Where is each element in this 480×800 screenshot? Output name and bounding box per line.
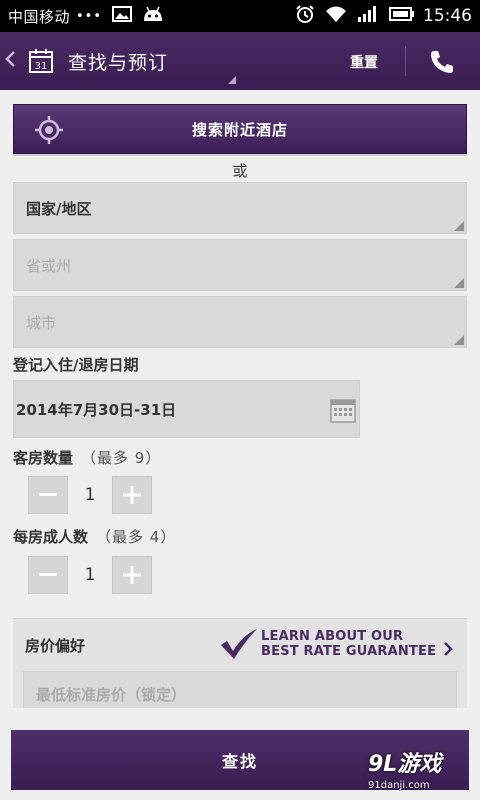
min-rate-placeholder: 最低标准房价（锁定） xyxy=(36,685,187,704)
adults-label: 每房成人数 （最多 4） xyxy=(13,526,176,547)
best-rate-guarantee-link[interactable]: LEARN ABOUT OUR BEST RATE GUARANTEE xyxy=(261,629,436,659)
adults-increment-button[interactable] xyxy=(112,556,152,594)
country-select[interactable]: 国家/地区 xyxy=(13,182,467,234)
date-range-value: 2014年7月30日-31日 xyxy=(16,400,177,419)
dropdown-corner-icon xyxy=(454,221,464,231)
province-placeholder: 省或州 xyxy=(26,256,72,275)
adults-decrement-button[interactable] xyxy=(28,556,68,594)
reset-button[interactable]: 重置 xyxy=(350,52,378,72)
or-separator: 或 xyxy=(232,162,248,180)
search-nearby-label: 搜索附近酒店 xyxy=(191,120,288,139)
learn-line-2: BEST RATE GUARANTEE xyxy=(261,644,437,659)
wifi-icon xyxy=(325,5,347,27)
rooms-stepper: 1 xyxy=(28,476,154,514)
adults-stepper: 1 xyxy=(28,556,154,594)
country-value: 国家/地区 xyxy=(26,199,92,218)
calendar-icon[interactable]: 31 xyxy=(28,48,54,74)
alarm-icon xyxy=(295,4,315,28)
rooms-value: 1 xyxy=(84,485,96,505)
android-icon xyxy=(142,6,164,26)
dropdown-corner-icon xyxy=(454,278,464,288)
action-bar: 31 查找与预订 重置 xyxy=(0,32,480,90)
carrier-name: 中国移动 xyxy=(8,7,71,26)
minus-icon xyxy=(39,573,57,576)
page-title: 查找与预订 xyxy=(68,51,169,74)
city-select[interactable]: 城市 xyxy=(13,296,467,348)
signal-icon xyxy=(357,5,379,27)
battery-icon xyxy=(389,6,415,26)
image-icon xyxy=(112,6,133,26)
chevron-left-icon[interactable] xyxy=(4,49,26,74)
min-rate-field[interactable]: 最低标准房价（锁定） xyxy=(23,671,457,708)
rooms-label-text: 客房数量 xyxy=(13,449,74,467)
rate-preference-section: 房价偏好 LEARN ABOUT OUR BEST RATE GUARANTEE… xyxy=(13,618,467,708)
notification-dots: ••• xyxy=(76,8,103,24)
plus-icon xyxy=(123,486,141,504)
rooms-hint: （最多 9） xyxy=(81,449,162,467)
rooms-increment-button[interactable] xyxy=(112,476,152,514)
dates-label: 登记入住/退房日期 xyxy=(13,356,139,374)
adults-hint: （最多 4） xyxy=(96,528,177,546)
watermark-url: 91danji.com xyxy=(368,780,430,791)
calendar-icon[interactable] xyxy=(329,396,357,424)
search-nearby-button[interactable]: 搜索附近酒店 xyxy=(13,104,467,154)
minus-icon xyxy=(39,493,57,496)
plus-icon xyxy=(123,566,141,584)
adults-value: 1 xyxy=(84,565,96,585)
search-form: 搜索附近酒店 或 国家/地区 省或州 城市 登记入住/退房日期 2014年7月3… xyxy=(0,90,480,708)
province-select[interactable]: 省或州 xyxy=(13,239,467,291)
watermark-logo: 9L游戏 xyxy=(368,752,442,777)
rooms-decrement-button[interactable] xyxy=(28,476,68,514)
rooms-label: 客房数量 （最多 9） xyxy=(13,447,161,468)
location-target-icon xyxy=(34,115,64,145)
dropdown-corner-icon xyxy=(454,335,464,345)
checkmark-icon xyxy=(219,627,259,661)
chevron-right-icon xyxy=(443,641,453,656)
clock-time: 15:46 xyxy=(423,6,472,26)
city-placeholder: 城市 xyxy=(26,313,57,332)
learn-line-1: LEARN ABOUT OUR xyxy=(261,629,404,644)
header-divider xyxy=(405,46,406,76)
phone-icon[interactable] xyxy=(428,48,456,76)
rate-preference-label: 房价偏好 xyxy=(25,637,86,655)
watermark: 9L游戏 91danji.com xyxy=(368,746,478,800)
adults-label-text: 每房成人数 xyxy=(13,528,89,546)
date-range-field[interactable]: 2014年7月30日-31日 xyxy=(13,380,360,438)
status-bar: 中国移动 ••• 15:46 xyxy=(0,0,480,32)
calendar-day: 31 xyxy=(35,61,48,72)
dropdown-indicator-icon xyxy=(228,76,236,84)
